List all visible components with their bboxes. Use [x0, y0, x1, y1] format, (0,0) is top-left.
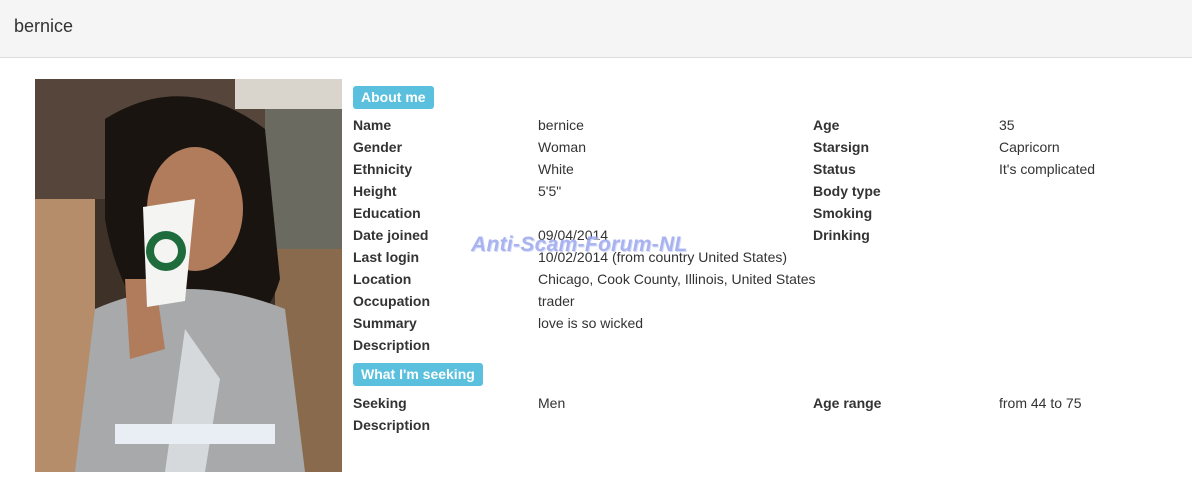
height-value: 5'5"	[538, 183, 562, 199]
age-value: 35	[999, 117, 1015, 133]
watermark-text: Anti-Scam-Forum-NL	[471, 233, 688, 256]
profile-photo-image	[35, 79, 342, 472]
date-joined-label: Date joined	[353, 227, 429, 243]
age-range-value: from 44 to 75	[999, 395, 1082, 411]
location-value: Chicago, Cook County, Illinois, United S…	[538, 271, 816, 287]
description-label: Description	[353, 337, 431, 353]
ethnicity-label: Ethnicity	[353, 161, 413, 177]
education-label: Education	[353, 205, 421, 221]
starsign-label: Starsign	[813, 139, 870, 155]
seeking-description-label: Description	[353, 417, 431, 433]
ethnicity-value: White	[538, 161, 574, 177]
status-label: Status	[813, 161, 856, 177]
status-value: It's complicated	[999, 161, 1096, 177]
profile-photo	[35, 79, 342, 472]
name-label: Name	[353, 117, 392, 133]
age-range-label: Age range	[813, 395, 882, 411]
occupation-label: Occupation	[353, 293, 431, 309]
summary-value: love is so wicked	[538, 315, 644, 331]
header-bar: bernice	[0, 0, 1192, 58]
seeking-value: Men	[538, 395, 566, 411]
body-type-label: Body type	[813, 183, 881, 199]
smoking-label: Smoking	[813, 205, 873, 221]
what-im-seeking-badge: What I'm seeking	[353, 363, 483, 386]
profile-title: bernice	[14, 16, 74, 36]
starsign-value: Capricorn	[999, 139, 1060, 155]
drinking-label: Drinking	[813, 227, 870, 243]
seeking-label: Seeking	[353, 395, 407, 411]
age-label: Age	[813, 117, 840, 133]
gender-value: Woman	[538, 139, 586, 155]
occupation-value: trader	[538, 293, 575, 309]
last-login-label: Last login	[353, 249, 420, 265]
summary-label: Summary	[353, 315, 417, 331]
about-me-badge: About me	[353, 86, 434, 109]
location-label: Location	[353, 271, 412, 287]
name-value: bernice	[538, 117, 584, 133]
gender-label: Gender	[353, 139, 403, 155]
height-label: Height	[353, 183, 397, 199]
